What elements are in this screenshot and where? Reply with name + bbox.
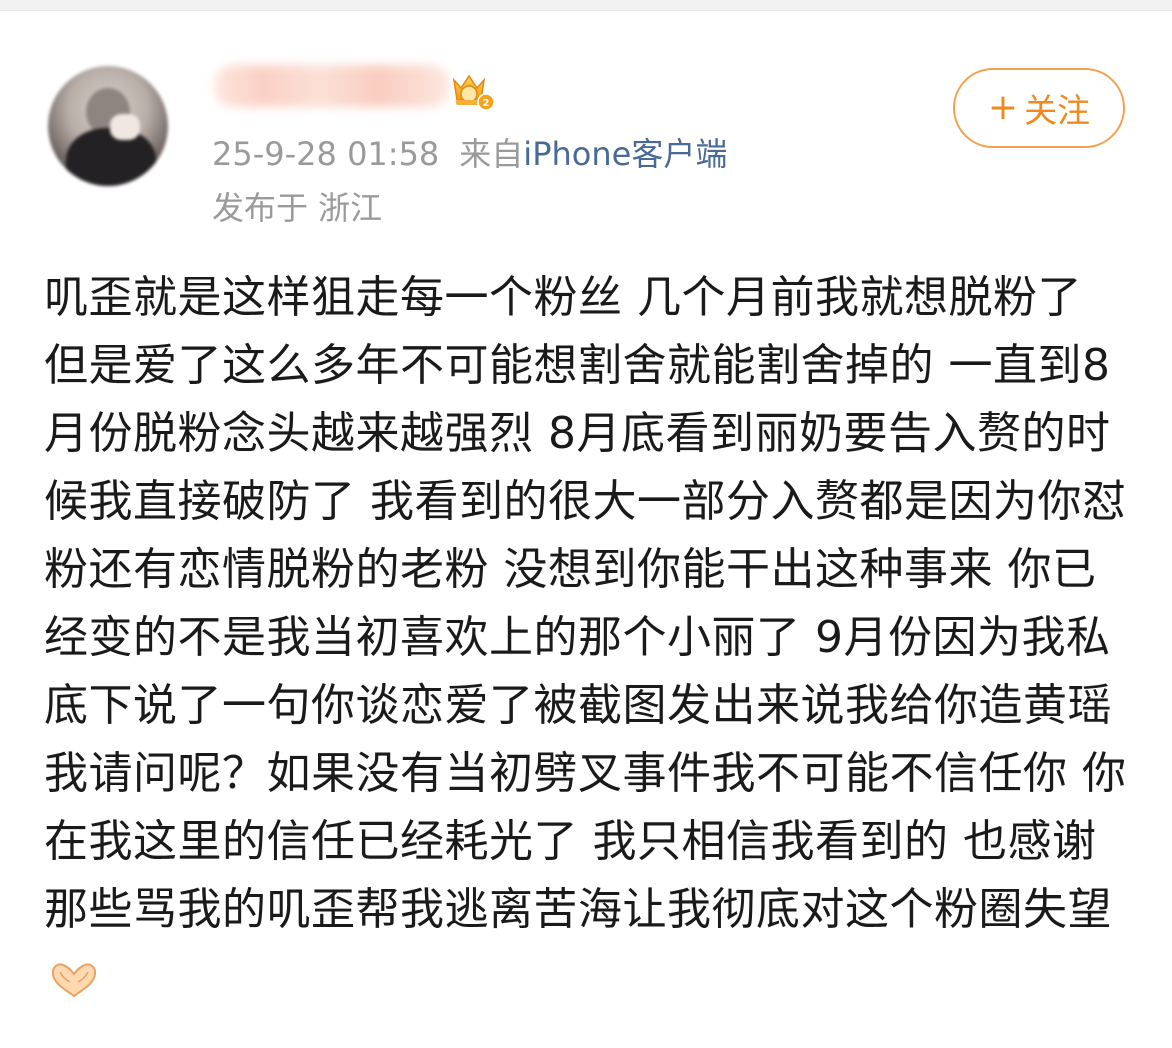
follow-button-label: 关注	[1024, 91, 1091, 130]
svg-text:2: 2	[483, 98, 490, 109]
plus-icon: +	[987, 87, 1019, 128]
source-prefix: 来自	[459, 135, 524, 173]
source-client-link[interactable]: iPhone客户端	[523, 135, 727, 173]
post-body-text: 叽歪就是这样狙走每一个粉丝 几个月前我就想脱粉了 但是爱了这么多年不可能想割舍就…	[44, 272, 1127, 935]
author-name-blurred[interactable]	[214, 65, 450, 107]
avatar-figure-body	[66, 128, 156, 186]
post-timestamp: 25-9-28 01:58	[212, 135, 440, 173]
post-body: 叽歪就是这样狙走每一个粉丝 几个月前我就想脱粉了 但是爱了这么多年不可能想割舍就…	[44, 264, 1134, 1012]
follow-button[interactable]: + 关注	[953, 68, 1125, 148]
author-avatar[interactable]	[48, 66, 168, 186]
post-meta-line: 25-9-28 01:58 来自iPhone客户端	[212, 130, 727, 178]
avatar-figure-hand	[110, 114, 140, 140]
post-location: 发布于 浙江	[212, 189, 383, 227]
heart-hands-icon	[51, 963, 97, 998]
vip-crown-icon: 2	[452, 74, 495, 111]
